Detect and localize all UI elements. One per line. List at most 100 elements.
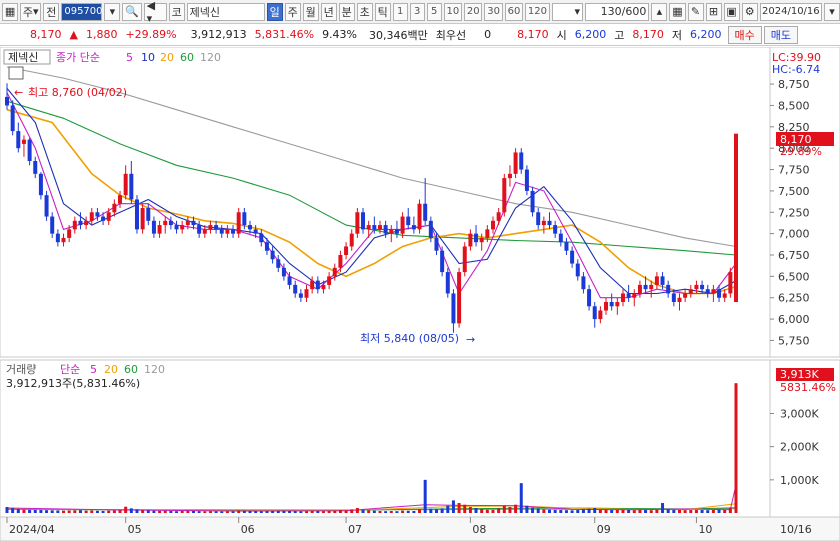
candle-body — [118, 195, 123, 204]
period-tick[interactable]: 틱 — [374, 2, 391, 21]
candle-body — [457, 272, 462, 324]
volume-bar — [214, 511, 218, 513]
candle-body — [293, 284, 298, 294]
volume-bar — [254, 511, 258, 513]
vma5-label[interactable]: 5 — [90, 363, 97, 376]
period-year[interactable]: 년 — [320, 2, 337, 21]
volume-bar — [333, 510, 337, 513]
count-spin-icon[interactable]: ▴ — [651, 2, 668, 21]
speaker-icon[interactable]: ◀ ▾ — [143, 0, 167, 25]
interval-120[interactable]: 120 — [525, 2, 550, 21]
volume-bar — [531, 507, 535, 513]
market-select[interactable]: 주 ▾ — [20, 2, 42, 21]
candle-body — [129, 173, 134, 200]
price-change: 1,880 — [85, 28, 118, 41]
volume-bar — [372, 510, 376, 513]
candle-body — [55, 233, 60, 243]
stock-name-field[interactable]: 제넥신 — [186, 2, 265, 21]
volume-bar — [118, 510, 122, 513]
interval-20[interactable]: 20 — [464, 2, 483, 21]
interval-60[interactable]: 60 — [504, 2, 524, 21]
candle-body — [722, 293, 727, 298]
price-panel-table-icon[interactable] — [8, 66, 24, 80]
price-tick-label: 6,250 — [778, 292, 810, 305]
candle-body — [694, 284, 699, 290]
volume-bar — [570, 510, 574, 513]
ma120-label[interactable]: 120 — [200, 51, 221, 64]
candle-body — [440, 250, 445, 273]
period-month[interactable]: 월 — [302, 2, 319, 21]
data-count-field[interactable]: 130/600 — [585, 2, 650, 21]
date-field[interactable]: 2024/10/16 — [759, 2, 823, 21]
period-second[interactable]: 초 — [356, 2, 373, 21]
exchange-button[interactable]: 코 — [168, 2, 185, 21]
volume-ma-label[interactable]: 단순 — [60, 363, 80, 376]
volume-bar — [163, 510, 167, 513]
candle-body — [423, 203, 428, 221]
volume-bar — [457, 503, 461, 513]
bid-label: 최우선 — [435, 28, 467, 42]
volume-bar — [508, 507, 512, 513]
price-volume-chart[interactable]: 8,7508,5008,2508,0007,7507,5007,2507,000… — [0, 46, 840, 541]
vma60-label[interactable]: 60 — [124, 363, 138, 376]
ma20-label[interactable]: 20 — [160, 51, 174, 64]
price-tick-label: 8,750 — [778, 78, 810, 91]
candle-body — [491, 220, 495, 230]
interval-dropdown[interactable]: ▾ — [551, 2, 584, 21]
interval-5[interactable]: 5 — [426, 2, 442, 21]
gear-icon[interactable]: ⚙ — [741, 2, 758, 21]
candle-body — [728, 272, 733, 294]
volume-bar — [78, 510, 82, 513]
candle-body — [134, 199, 139, 230]
grid-settings-icon[interactable]: ▦ — [669, 2, 686, 21]
vma20-label[interactable]: 20 — [104, 363, 118, 376]
price-ma-label[interactable]: 종가 단순 — [56, 51, 100, 64]
volume-bar — [627, 510, 631, 513]
volume-tick-label: 3,000K — [780, 407, 819, 420]
volume-bar — [615, 509, 619, 513]
volume-bar — [723, 509, 727, 513]
prefix-button[interactable]: 전 — [43, 2, 60, 21]
volume-bar — [683, 510, 687, 513]
volume-bar — [39, 510, 43, 513]
draw-tool-icon[interactable]: ✎ — [687, 2, 704, 21]
ma60-label[interactable]: 60 — [180, 51, 194, 64]
candle-body — [519, 152, 524, 170]
candle-body — [541, 220, 546, 226]
candle-body — [231, 229, 236, 234]
sell-button[interactable]: 매도 — [763, 25, 798, 44]
period-minute[interactable]: 분 — [338, 2, 355, 21]
chart-area[interactable]: 8,750 8,500 8,250 8,000 7,750 7,500 7,250 7,000… — [0, 46, 840, 541]
volume-bar — [242, 510, 246, 513]
code-dropdown-icon[interactable]: ▾ — [104, 2, 121, 21]
interval-30[interactable]: 30 — [484, 2, 503, 21]
interval-10[interactable]: 10 — [443, 2, 463, 21]
ma10-label[interactable]: 10 — [141, 51, 155, 64]
vma120-label[interactable]: 120 — [144, 363, 165, 376]
volume-bar — [480, 509, 484, 513]
interval-3[interactable]: 3 — [409, 2, 425, 21]
stock-code-input[interactable]: 095700 — [61, 2, 103, 21]
period-week[interactable]: 주 — [284, 2, 301, 21]
indicator-icon[interactable]: ⊞ — [705, 2, 722, 21]
calendar-icon[interactable]: ▾ — [824, 2, 840, 21]
candle-body — [219, 229, 224, 234]
volume-bar — [248, 511, 252, 513]
period-day[interactable]: 일 — [266, 2, 283, 21]
volume-bar — [282, 510, 286, 513]
interval-1[interactable]: 1 — [392, 2, 408, 21]
volume-bar — [350, 509, 354, 513]
volume-bar — [514, 504, 518, 513]
candle-body — [253, 229, 258, 234]
volume-bar — [485, 509, 489, 513]
ma5-label[interactable]: 5 — [126, 51, 133, 64]
search-icon[interactable]: 🔍 — [122, 2, 142, 21]
candle-body — [174, 225, 179, 230]
save-icon[interactable]: ▣ — [723, 2, 740, 21]
price-axis-panel[interactable] — [769, 46, 840, 358]
buy-button[interactable]: 매수 — [727, 25, 762, 44]
chart-window-icon[interactable]: ▦ — [2, 2, 19, 21]
candle-body — [112, 203, 117, 213]
low-annotation-arrow: → — [466, 333, 475, 346]
volume-bar — [502, 505, 506, 513]
